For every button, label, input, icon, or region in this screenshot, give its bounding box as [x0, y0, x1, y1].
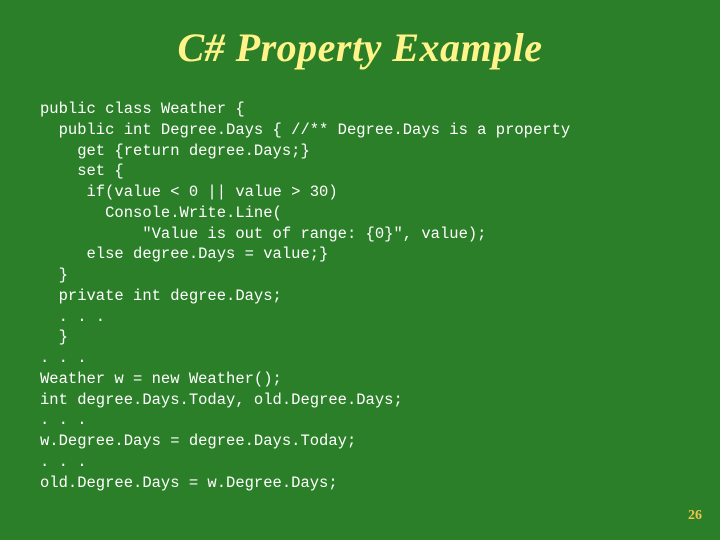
- slide-title: C# Property Example: [0, 0, 720, 71]
- slide: C# Property Example public class Weather…: [0, 0, 720, 540]
- code-block: public class Weather { public int Degree…: [40, 99, 720, 494]
- page-number: 26: [688, 508, 702, 524]
